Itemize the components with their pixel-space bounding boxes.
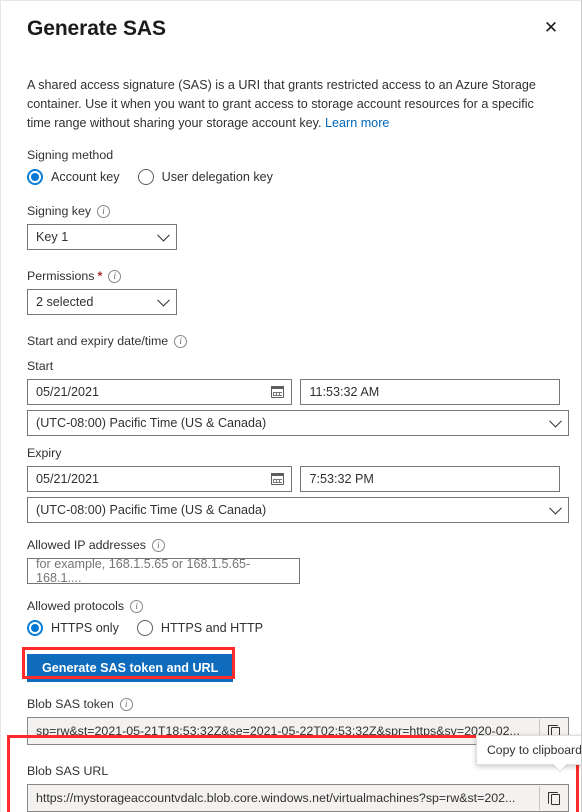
- dialog-body: A shared access signature (SAS) is a URI…: [7, 76, 580, 812]
- start-time-value: 11:53:32 AM: [309, 385, 379, 399]
- info-icon[interactable]: i: [152, 539, 165, 552]
- start-date-input[interactable]: 05/21/2021: [27, 379, 292, 405]
- intro-text: A shared access signature (SAS) is a URI…: [27, 76, 555, 133]
- radio-https-and-http[interactable]: HTTPS and HTTP: [137, 620, 263, 636]
- permissions-label: Permissions * i: [27, 268, 560, 284]
- radio-user-delegation-key[interactable]: User delegation key: [138, 169, 273, 185]
- blob-sas-token-label-text: Blob SAS token: [27, 696, 114, 712]
- radio-account-key-label: Account key: [51, 170, 120, 184]
- expiry-time-value: 7:53:32 PM: [309, 472, 373, 486]
- radio-account-key-indicator[interactable]: [27, 169, 43, 185]
- datetime-section-label-text: Start and expiry date/time: [27, 333, 168, 349]
- blob-sas-token-label: Blob SAS token i: [27, 696, 560, 712]
- dialog-header: Generate SAS ✕: [7, 2, 580, 54]
- expiry-time-input[interactable]: 7:53:32 PM: [300, 466, 560, 492]
- allowed-ip-input[interactable]: for example, 168.1.5.65 or 168.1.5.65-16…: [27, 558, 300, 584]
- permissions-select[interactable]: 2 selected: [27, 289, 177, 315]
- signing-key-label-text: Signing key: [27, 203, 91, 219]
- radio-https-only[interactable]: HTTPS only: [27, 620, 119, 636]
- chevron-down-icon: [157, 294, 170, 307]
- spacer: [27, 250, 560, 268]
- blob-sas-url-label: Blob SAS URL: [27, 763, 560, 779]
- start-label-text: Start: [27, 358, 53, 374]
- tooltip-tail: [552, 763, 568, 771]
- required-marker: *: [97, 268, 102, 284]
- spacer: [27, 185, 560, 203]
- blob-sas-url-field[interactable]: https://mystorageaccountvdalc.blob.core.…: [27, 784, 569, 812]
- dialog-panel: Generate SAS ✕ A shared access signature…: [7, 2, 580, 812]
- generate-sas-button[interactable]: Generate SAS token and URL: [27, 654, 233, 682]
- allowed-protocols-label: Allowed protocols i: [27, 598, 560, 614]
- radio-https-only-label: HTTPS only: [51, 621, 119, 635]
- radio-https-only-indicator[interactable]: [27, 620, 43, 636]
- start-timezone-select[interactable]: (UTC-08:00) Pacific Time (US & Canada): [27, 410, 569, 436]
- info-icon[interactable]: i: [108, 270, 121, 283]
- signing-method-label-text: Signing method: [27, 147, 113, 163]
- spacer: [27, 584, 560, 598]
- start-time-input[interactable]: 11:53:32 AM: [300, 379, 560, 405]
- spacer: [27, 349, 560, 358]
- info-icon[interactable]: i: [174, 335, 187, 348]
- signing-method-label: Signing method: [27, 147, 560, 163]
- signing-key-select[interactable]: Key 1: [27, 224, 177, 250]
- spacer: [27, 315, 560, 333]
- copy-glyph: [551, 794, 560, 805]
- signing-method-radio-group: Account key User delegation key: [27, 169, 560, 185]
- datetime-section-label: Start and expiry date/time i: [27, 333, 560, 349]
- signing-key-value: Key 1: [36, 230, 68, 244]
- expiry-row: 05/21/2021 7:53:32 PM: [27, 466, 560, 492]
- expiry-date-input[interactable]: 05/21/2021: [27, 466, 292, 492]
- chevron-down-icon: [549, 502, 562, 515]
- expiry-timezone-value: (UTC-08:00) Pacific Time (US & Canada): [36, 503, 266, 517]
- start-label: Start: [27, 358, 560, 374]
- expiry-date-value: 05/21/2021: [36, 472, 99, 486]
- blob-sas-token-value: sp=rw&st=2021-05-21T18:53:32Z&se=2021-05…: [36, 724, 520, 738]
- info-icon[interactable]: i: [130, 600, 143, 613]
- generate-sas-dialog: Generate SAS ✕ A shared access signature…: [0, 0, 582, 812]
- expiry-label-text: Expiry: [27, 445, 61, 461]
- spacer: [27, 436, 560, 445]
- chevron-down-icon: [157, 229, 170, 242]
- allowed-protocols-label-text: Allowed protocols: [27, 598, 124, 614]
- radio-https-and-http-indicator[interactable]: [137, 620, 153, 636]
- spacer: [27, 636, 560, 654]
- start-date-value: 05/21/2021: [36, 385, 99, 399]
- copy-tooltip: Copy to clipboard: [476, 735, 582, 765]
- radio-user-delegation-key-label: User delegation key: [162, 170, 273, 184]
- intro-paragraph: A shared access signature (SAS) is a URI…: [27, 78, 536, 130]
- chevron-down-icon: [549, 415, 562, 428]
- expiry-timezone-select[interactable]: (UTC-08:00) Pacific Time (US & Canada): [27, 497, 569, 523]
- permissions-value: 2 selected: [36, 295, 93, 309]
- allowed-ip-placeholder: for example, 168.1.5.65 or 168.1.5.65-16…: [36, 557, 291, 585]
- permissions-label-text: Permissions: [27, 268, 94, 284]
- radio-user-delegation-key-indicator[interactable]: [138, 169, 154, 185]
- blob-sas-url-value: https://mystorageaccountvdalc.blob.core.…: [36, 791, 515, 805]
- allowed-ip-label-text: Allowed IP addresses: [27, 537, 146, 553]
- page-title: Generate SAS: [27, 16, 560, 42]
- start-row: 05/21/2021 11:53:32 AM: [27, 379, 560, 405]
- copy-icon[interactable]: [539, 786, 567, 810]
- spacer: [27, 133, 560, 147]
- close-icon[interactable]: ✕: [536, 12, 566, 42]
- expiry-label: Expiry: [27, 445, 560, 461]
- copy-tooltip-text: Copy to clipboard: [487, 743, 582, 757]
- spacer: [27, 682, 560, 696]
- start-timezone-value: (UTC-08:00) Pacific Time (US & Canada): [36, 416, 266, 430]
- calendar-icon[interactable]: [271, 386, 284, 398]
- info-icon[interactable]: i: [97, 205, 110, 218]
- allowed-ip-label: Allowed IP addresses i: [27, 537, 560, 553]
- signing-key-label: Signing key i: [27, 203, 560, 219]
- blob-sas-url-label-text: Blob SAS URL: [27, 763, 108, 779]
- info-icon[interactable]: i: [120, 698, 133, 711]
- calendar-icon[interactable]: [271, 473, 284, 485]
- radio-account-key[interactable]: Account key: [27, 169, 120, 185]
- learn-more-link[interactable]: Learn more: [325, 116, 389, 130]
- spacer: [27, 523, 560, 537]
- allowed-protocols-radio-group: HTTPS only HTTPS and HTTP: [27, 620, 560, 636]
- radio-https-and-http-label: HTTPS and HTTP: [161, 621, 263, 635]
